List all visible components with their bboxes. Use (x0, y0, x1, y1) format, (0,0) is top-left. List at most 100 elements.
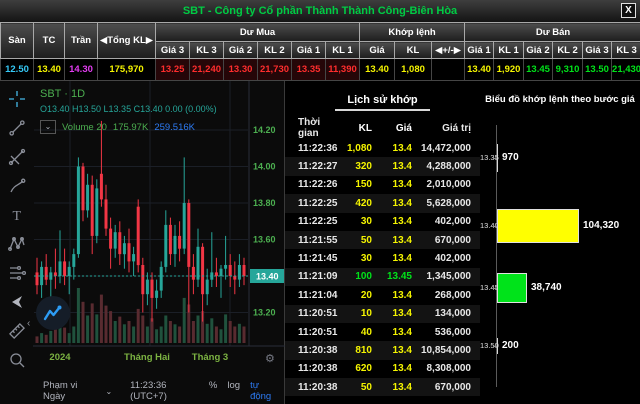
trade-price: 13.4 (378, 157, 418, 175)
trade-volume: 420 (340, 194, 378, 212)
history-row[interactable]: 11:21:0910013.451,345,000 (285, 268, 480, 286)
trend-line-icon[interactable] (7, 118, 27, 138)
bid-price-3[interactable]: 13.25 (156, 59, 190, 81)
matched-vol[interactable]: 1,080 (395, 59, 432, 81)
forecast-tool-icon[interactable] (7, 263, 27, 283)
history-col-value: Giá trị (418, 117, 480, 139)
trade-value: 8,308,000 (418, 360, 480, 378)
ask-vol-3[interactable]: 21,430 (612, 59, 640, 81)
trade-price: 13.4 (378, 249, 418, 267)
chevron-down-icon[interactable]: ⌄ (105, 387, 112, 396)
history-row[interactable]: 11:21:453013.4402,000 (285, 249, 480, 267)
bid-vol-1[interactable]: 11,390 (326, 59, 360, 81)
bid-header: KL 2 (258, 42, 292, 59)
svg-text:Tháng 3: Tháng 3 (192, 352, 228, 363)
gann-fib-icon[interactable] (7, 147, 27, 167)
trade-volume: 810 (340, 341, 378, 359)
group-header-ask: Dư Bán (465, 23, 640, 42)
zoom-icon[interactable] (7, 350, 27, 370)
svg-text:14.20: 14.20 (253, 125, 276, 135)
history-row[interactable]: 11:20:511013.4134,000 (285, 305, 480, 323)
step-bar-value: 970 (502, 152, 519, 163)
ruler-icon[interactable] (7, 321, 27, 341)
chart-legend: SBT · 1D O13.40 H13.50 L13.35 C13.40 0.0… (40, 88, 217, 134)
crosshair-icon[interactable] (7, 89, 27, 109)
history-row[interactable]: 11:20:514013.4536,000 (285, 323, 480, 341)
trade-volume: 20 (340, 286, 378, 304)
percent-scale-button[interactable]: % (209, 380, 217, 402)
trade-price: 13.4 (378, 213, 418, 231)
history-row[interactable]: 11:21:042013.4268,000 (285, 286, 480, 304)
bid-price-2[interactable]: 13.30 (224, 59, 258, 81)
matched-header: Giá (360, 42, 395, 59)
ceiling-price[interactable]: 14.30 (65, 59, 98, 81)
trade-time: 11:21:55 (285, 231, 340, 249)
ask-price-3[interactable]: 13.50 (583, 59, 612, 81)
log-scale-button[interactable]: log (227, 380, 240, 402)
history-row[interactable]: 11:22:2732013.44,288,000 (285, 157, 480, 175)
history-row[interactable]: 11:22:361,08013.414,472,000 (285, 139, 480, 157)
step-chart-title: Biểu đồ khớp lệnh theo bước giá (480, 81, 640, 105)
ask-price-2[interactable]: 13.45 (524, 59, 553, 81)
group-header-matched: Khớp lệnh (360, 23, 465, 42)
history-table: Thời gian KL Giá Giá trị 11:22:361,08013… (285, 117, 480, 396)
history-row[interactable]: 11:20:3881013.410,854,000 (285, 341, 480, 359)
matched-price[interactable]: 13.40 (360, 59, 395, 81)
text-tool-icon[interactable]: T (7, 205, 27, 225)
gear-icon: ⚙ (265, 353, 275, 365)
svg-text:13.40: 13.40 (256, 272, 279, 282)
total-volume[interactable]: 175,970 (98, 59, 156, 81)
trade-time: 11:20:38 (285, 360, 340, 378)
trade-value: 1,345,000 (418, 268, 480, 286)
svg-text:13.20: 13.20 (253, 308, 276, 318)
arrow-icon[interactable] (7, 292, 27, 312)
trade-volume: 40 (340, 323, 378, 341)
trade-value: 536,000 (418, 323, 480, 341)
bid-vol-3[interactable]: 21,240 (190, 59, 224, 81)
history-row[interactable]: 11:22:2615013.42,010,000 (285, 176, 480, 194)
history-row[interactable]: 11:21:555013.4670,000 (285, 231, 480, 249)
trade-value: 4,288,000 (418, 157, 480, 175)
history-row[interactable]: 11:22:2542013.45,628,000 (285, 194, 480, 212)
ask-vol-1[interactable]: 1,920 (494, 59, 524, 81)
svg-text:2024: 2024 (49, 352, 71, 363)
trade-price: 13.4 (378, 176, 418, 194)
window-title: SBT - Công ty Cổ phần Thành Thành Công-B… (183, 5, 457, 17)
volume-value: 175.97K (113, 122, 148, 133)
history-col-price: Giá (378, 117, 418, 139)
xabcd-pattern-icon[interactable] (7, 234, 27, 254)
col-header-ceiling: Trần (65, 23, 98, 59)
ask-header: KL 3 (612, 42, 640, 59)
ask-vol-2[interactable]: 9,310 (553, 59, 583, 81)
trade-value: 670,000 (418, 231, 480, 249)
matched-change[interactable] (432, 59, 465, 81)
bid-header: KL 1 (326, 42, 360, 59)
clock-readout[interactable]: 11:23:36 (UTC+7) (130, 380, 205, 402)
col-header-floor: Sàn (1, 23, 34, 59)
ref-price[interactable]: 13.40 (34, 59, 65, 81)
floor-price[interactable]: 12.50 (1, 59, 34, 81)
trade-volume: 30 (340, 213, 378, 231)
auto-scale-button[interactable]: tự động (250, 380, 282, 402)
brush-icon[interactable] (7, 176, 27, 196)
trade-value: 402,000 (418, 213, 480, 231)
window-titlebar: SBT - Công ty Cổ phần Thành Thành Công-B… (0, 0, 640, 22)
svg-text:13.80: 13.80 (253, 198, 276, 208)
chevron-down-icon[interactable]: ⌄ (40, 120, 56, 134)
history-row[interactable]: 11:20:3862013.48,308,000 (285, 360, 480, 378)
history-row[interactable]: 11:20:385013.4670,000 (285, 378, 480, 396)
bid-vol-2[interactable]: 21,730 (258, 59, 292, 81)
close-button[interactable]: X (621, 3, 636, 18)
history-row[interactable]: 11:22:253013.4402,000 (285, 213, 480, 231)
bid-price-1[interactable]: 13.35 (292, 59, 326, 81)
trade-volume: 50 (340, 231, 378, 249)
trade-volume: 620 (340, 360, 378, 378)
group-header-bid: Dư Mua (156, 23, 360, 42)
range-selector[interactable]: Phạm vi Ngày (43, 380, 101, 402)
step-bar-value: 200 (502, 340, 519, 351)
trade-time: 11:22:36 (285, 139, 340, 157)
svg-text:T: T (12, 209, 21, 224)
ask-price-1[interactable]: 13.40 (465, 59, 494, 81)
step-bar (497, 338, 498, 354)
trade-time: 11:22:25 (285, 213, 340, 231)
